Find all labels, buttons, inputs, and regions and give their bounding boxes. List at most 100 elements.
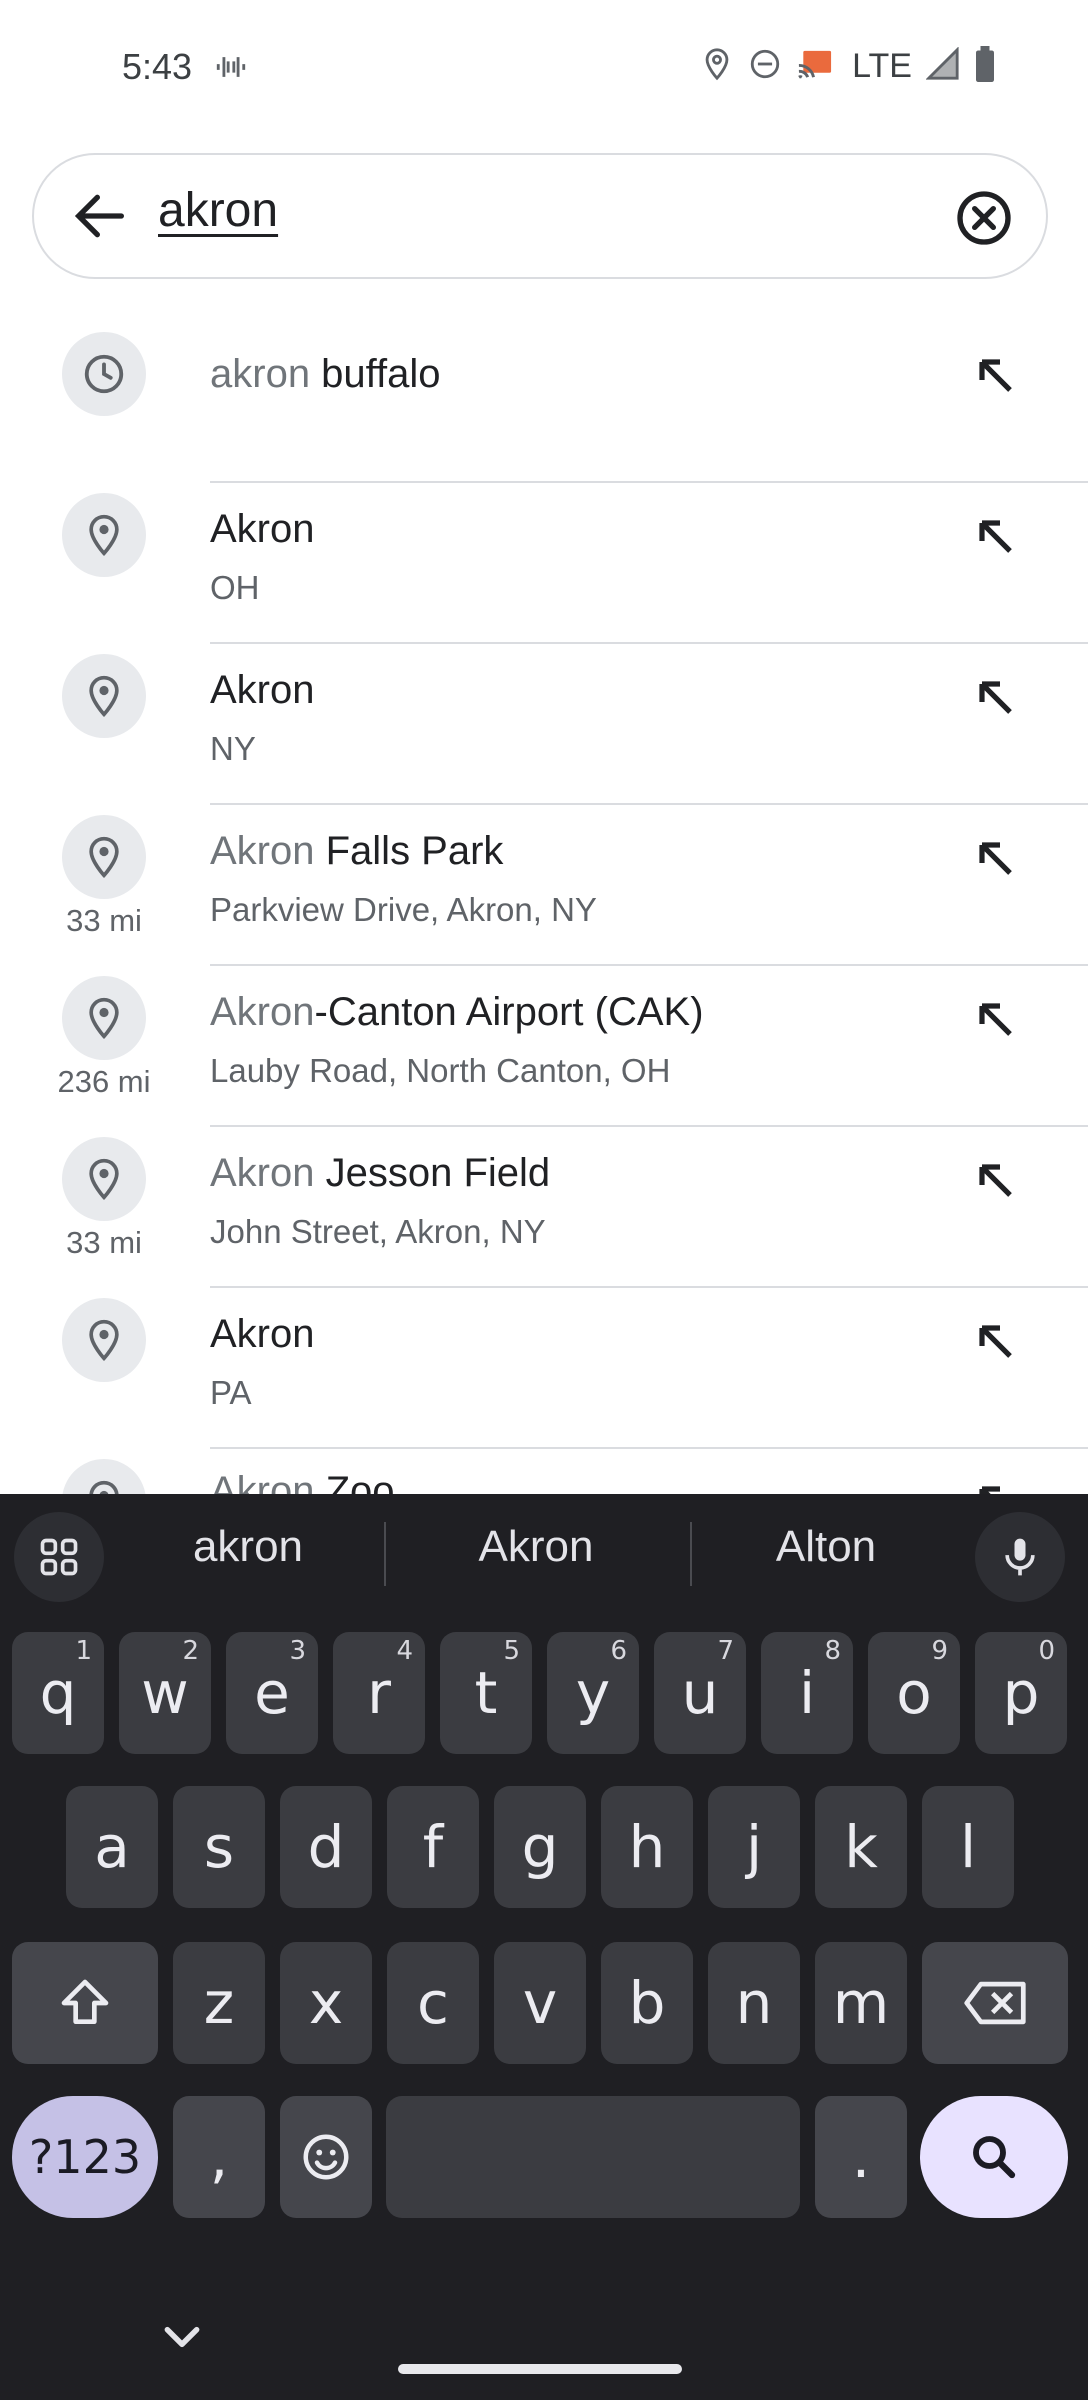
fill-query-arrow-icon[interactable] <box>972 996 1020 1044</box>
arrow-back-icon[interactable] <box>68 184 132 248</box>
signal-icon <box>925 46 960 86</box>
emoji-key[interactable] <box>280 2096 372 2218</box>
key-i[interactable]: i8 <box>761 1632 853 1754</box>
result-rest-text: Falls Park <box>314 829 504 873</box>
fill-query-arrow-icon[interactable] <box>972 513 1020 561</box>
search-input[interactable]: akron <box>158 183 278 238</box>
key-x[interactable]: x <box>280 1942 372 2064</box>
key-u[interactable]: u7 <box>654 1632 746 1754</box>
place-pin-icon <box>62 1137 146 1221</box>
list-item[interactable]: Akron NY <box>0 644 1088 805</box>
key-k[interactable]: k <box>815 1786 907 1908</box>
result-rest-text: -Canton Airport (CAK) <box>314 990 704 1034</box>
key-c[interactable]: c <box>387 1942 479 2064</box>
key-b[interactable]: b <box>601 1942 693 2064</box>
place-pin-icon <box>62 654 146 738</box>
status-bar: 5:43 LTE <box>0 0 1088 130</box>
key-g[interactable]: g <box>494 1786 586 1908</box>
list-item[interactable]: Akron Zoo <box>0 1449 1088 1494</box>
shift-icon <box>61 1979 109 2024</box>
key-p[interactable]: p0 <box>975 1632 1067 1754</box>
backspace-key[interactable] <box>922 1942 1068 2064</box>
search-results-list: akron buffalo Akron OH Akron NY 33 mi Ak… <box>0 322 1088 1494</box>
status-time: 5:43 <box>122 46 193 87</box>
result-title: Akron <box>210 668 315 713</box>
key-o[interactable]: o9 <box>868 1632 960 1754</box>
network-type: LTE <box>852 47 912 85</box>
place-pin-icon <box>62 815 146 899</box>
result-rest-text: Jesson Field <box>314 1151 551 1195</box>
fill-query-arrow-icon[interactable] <box>972 1157 1020 1205</box>
space-key[interactable] <box>386 2096 800 2218</box>
result-rest-text: Zoo <box>314 1469 395 1494</box>
key-s[interactable]: s <box>173 1786 265 1908</box>
result-subtitle: NY <box>210 730 256 767</box>
key-y[interactable]: y6 <box>547 1632 639 1754</box>
divider <box>690 1522 692 1586</box>
divider <box>384 1522 386 1586</box>
key-j[interactable]: j <box>708 1786 800 1908</box>
fill-query-arrow-icon[interactable] <box>972 352 1020 400</box>
fill-query-arrow-icon[interactable] <box>972 1479 1020 1494</box>
search-icon <box>973 2136 1016 2179</box>
vibrate-icon <box>214 50 248 89</box>
result-subtitle: Parkview Drive, Akron, NY <box>210 891 597 928</box>
list-item[interactable]: Akron PA <box>0 1288 1088 1449</box>
key-r[interactable]: r4 <box>333 1632 425 1754</box>
fill-query-arrow-icon[interactable] <box>972 835 1020 883</box>
suggestion-1[interactable]: akron <box>128 1522 368 1572</box>
list-item[interactable]: Akron OH <box>0 483 1088 644</box>
result-subtitle: OH <box>210 569 260 606</box>
key-w[interactable]: w2 <box>119 1632 211 1754</box>
shift-key[interactable] <box>12 1942 158 2064</box>
emoji-icon <box>303 2134 349 2180</box>
key-period[interactable]: . <box>815 2096 907 2218</box>
symbols-key[interactable]: ?123 <box>12 2096 158 2218</box>
key-q[interactable]: q1 <box>12 1632 104 1754</box>
result-rest-text: Akron <box>210 507 315 551</box>
key-e[interactable]: e3 <box>226 1632 318 1754</box>
list-item[interactable]: 236 mi Akron-Canton Airport (CAK) Lauby … <box>0 966 1088 1127</box>
result-title: Akron <box>210 507 315 552</box>
key-f[interactable]: f <box>387 1786 479 1908</box>
backspace-icon <box>964 1981 1026 2025</box>
result-title: Akron <box>210 1312 315 1357</box>
search-bar[interactable]: akron <box>32 153 1048 279</box>
list-item[interactable]: 33 mi Akron Jesson Field John Street, Ak… <box>0 1127 1088 1288</box>
key-d[interactable]: d <box>280 1786 372 1908</box>
result-match-text: Akron <box>210 1151 315 1195</box>
key-v[interactable]: v <box>494 1942 586 2064</box>
fill-query-arrow-icon[interactable] <box>972 674 1020 722</box>
key-z[interactable]: z <box>173 1942 265 2064</box>
key-m[interactable]: m <box>815 1942 907 2064</box>
key-comma[interactable]: , <box>173 2096 265 2218</box>
list-item[interactable]: 33 mi Akron Falls Park Parkview Drive, A… <box>0 805 1088 966</box>
key-t[interactable]: t5 <box>440 1632 532 1754</box>
status-icons: LTE <box>700 46 996 87</box>
result-title: Akron Falls Park <box>210 829 503 874</box>
result-title: Akron Zoo <box>210 1469 395 1494</box>
key-l[interactable]: l <box>922 1786 1014 1908</box>
search-key[interactable] <box>920 2096 1068 2218</box>
result-rest-text: Akron <box>210 1312 315 1356</box>
result-match-text: akron <box>210 352 311 396</box>
clear-circle-icon[interactable] <box>952 186 1016 250</box>
fill-query-arrow-icon[interactable] <box>972 1318 1020 1366</box>
suggestion-3[interactable]: Alton <box>706 1522 946 1572</box>
hide-keyboard-chevron-down-icon[interactable] <box>160 2322 204 2352</box>
place-pin-icon <box>62 976 146 1060</box>
apps-grid-icon[interactable] <box>14 1512 104 1602</box>
suggestion-strip: akron Akron Alton <box>0 1494 1088 1614</box>
key-a[interactable]: a <box>66 1786 158 1908</box>
key-h[interactable]: h <box>601 1786 693 1908</box>
microphone-icon[interactable] <box>975 1512 1065 1602</box>
suggestion-2[interactable]: Akron <box>416 1522 656 1572</box>
result-match-text: Akron <box>210 829 315 873</box>
home-indicator[interactable] <box>398 2364 682 2374</box>
result-title: Akron Jesson Field <box>210 1151 550 1196</box>
result-subtitle: John Street, Akron, NY <box>210 1213 546 1250</box>
result-subtitle: Lauby Road, North Canton, OH <box>210 1052 671 1089</box>
result-subtitle: PA <box>210 1374 252 1411</box>
list-item[interactable]: akron buffalo <box>0 322 1088 483</box>
key-n[interactable]: n <box>708 1942 800 2064</box>
